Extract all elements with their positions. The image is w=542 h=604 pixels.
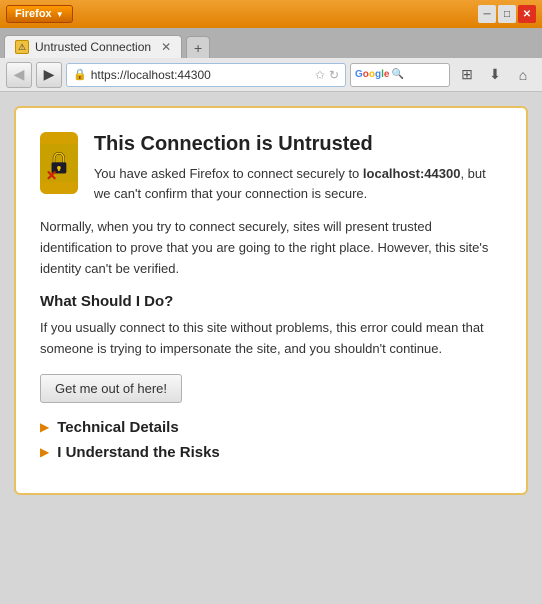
active-tab[interactable]: ⚠ Untrusted Connection ✕ (4, 35, 182, 58)
tab-close-icon[interactable]: ✕ (161, 40, 171, 54)
warning-icon-svg (40, 132, 78, 194)
search-bar[interactable]: Google 🔍 (350, 63, 450, 87)
address-bar[interactable]: 🔒 https://localhost:44300 ✩ ↻ (66, 63, 346, 87)
search-icon: 🔍 (391, 69, 403, 80)
browser-window: Firefox ▼ ─ □ ✕ ⚠ Untrusted Connection ✕… (0, 0, 542, 604)
tab-warning-icon: ⚠ (15, 40, 29, 54)
forward-button[interactable]: ▶ (36, 62, 62, 88)
address-text: https://localhost:44300 (91, 68, 311, 82)
error-desc-host: localhost:44300 (363, 166, 461, 181)
home-button[interactable]: ⌂ (510, 62, 536, 88)
error-header: This Connection is Untrusted You have as… (40, 132, 502, 203)
close-button[interactable]: ✕ (518, 5, 536, 23)
download-button[interactable]: ⬇ (482, 62, 508, 88)
maximize-button[interactable]: □ (498, 5, 516, 23)
toolbar: ◀ ▶ 🔒 https://localhost:44300 ✩ ↻ Google… (0, 58, 542, 92)
understand-risks-label: I Understand the Risks (57, 444, 220, 461)
error-body2: If you usually connect to this site with… (40, 318, 502, 360)
get-out-button[interactable]: Get me out of here! (40, 374, 182, 403)
error-header-text: This Connection is Untrusted You have as… (94, 132, 502, 203)
technical-details-section: ▶ Technical Details (40, 419, 502, 436)
lock-icon: 🔒 (73, 68, 87, 81)
address-reload-icon[interactable]: ↻ (329, 68, 339, 82)
firefox-logo[interactable]: Firefox ▼ (6, 5, 73, 23)
page-content: This Connection is Untrusted You have as… (0, 92, 542, 604)
error-title: This Connection is Untrusted (94, 132, 502, 156)
error-box: This Connection is Untrusted You have as… (14, 106, 528, 495)
toolbar-right: ⊞ ⬇ ⌂ (454, 62, 536, 88)
tab-label: Untrusted Connection (35, 40, 151, 54)
warning-icon (40, 132, 78, 194)
what-should-title: What Should I Do? (40, 293, 502, 310)
understand-risks-header[interactable]: ▶ I Understand the Risks (40, 444, 502, 461)
window-controls: ─ □ ✕ (478, 5, 536, 23)
tabbar: ⚠ Untrusted Connection ✕ + (0, 28, 542, 58)
understand-risks-section: ▶ I Understand the Risks (40, 444, 502, 461)
technical-details-label: Technical Details (57, 419, 178, 436)
new-tab-button[interactable]: + (186, 36, 210, 58)
minimize-button[interactable]: ─ (478, 5, 496, 23)
titlebar: Firefox ▼ ─ □ ✕ (0, 0, 542, 28)
understand-arrow-icon: ▶ (40, 445, 49, 459)
error-body1: Normally, when you try to connect secure… (40, 217, 502, 279)
bookmark-star-icon[interactable]: ✩ (315, 68, 325, 82)
technical-details-header[interactable]: ▶ Technical Details (40, 419, 502, 436)
bookmarks-button[interactable]: ⊞ (454, 62, 480, 88)
google-logo: Google (355, 69, 389, 80)
error-desc: You have asked Firefox to connect secure… (94, 164, 502, 203)
firefox-label: Firefox (15, 8, 52, 20)
error-desc-prefix: You have asked Firefox to connect secure… (94, 166, 363, 181)
back-button[interactable]: ◀ (6, 62, 32, 88)
technical-arrow-icon: ▶ (40, 420, 49, 434)
firefox-menu-arrow: ▼ (56, 10, 64, 19)
